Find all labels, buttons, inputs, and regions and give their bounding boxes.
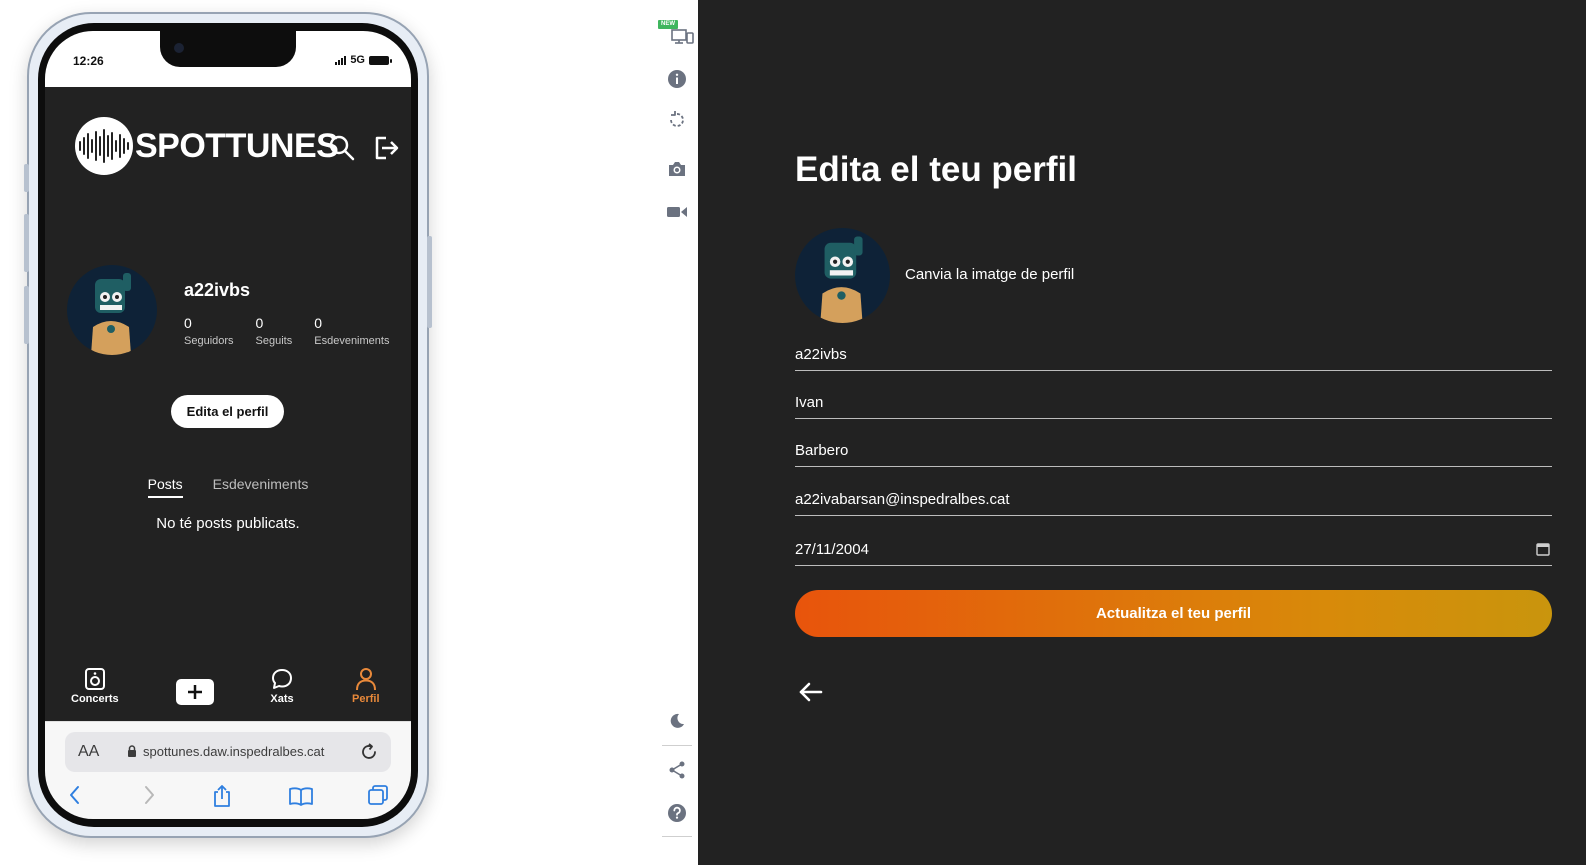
phone-bezel: 12:26 5G SPOTTUNES a22ivbs 0 Seguidors 0… xyxy=(38,23,418,827)
profile-picture[interactable] xyxy=(795,228,890,323)
nav-profile[interactable]: Perfil xyxy=(352,667,380,705)
phone-volume-down xyxy=(24,286,29,344)
username: a22ivbs xyxy=(184,280,251,300)
reader-aa-button[interactable]: AA xyxy=(78,743,99,761)
toolbar-divider xyxy=(662,745,692,746)
address-bar[interactable]: AA spottunes.daw.inspedralbes.cat xyxy=(65,732,391,772)
update-profile-button[interactable]: Actualitza el teu perfil xyxy=(795,590,1552,637)
plus-icon xyxy=(188,685,202,699)
stat-value: 0 xyxy=(314,315,323,331)
birthdate-field[interactable]: 27/11/2004 xyxy=(795,536,1552,566)
nav-label: Perfil xyxy=(352,693,380,705)
first-name-value: Ivan xyxy=(795,394,824,411)
page-title: Edita el teu perfil xyxy=(795,150,1077,189)
phone-frame: 12:26 5G SPOTTUNES a22ivbs 0 Seguidors 0… xyxy=(24,12,432,838)
stat-label: Esdeveniments xyxy=(314,335,390,347)
url-text: spottunes.daw.inspedralbes.cat xyxy=(143,744,325,759)
calendar-icon[interactable] xyxy=(1536,542,1550,561)
logo-soundwave-icon xyxy=(75,117,133,175)
username-value: a22ivbs xyxy=(795,346,847,363)
add-post-button[interactable] xyxy=(176,679,214,705)
profile-stats: 0 Seguidors 0 Seguits 0 Esdeveniments xyxy=(184,315,411,347)
nav-chats[interactable]: Xats xyxy=(270,667,294,705)
spottunes-logo[interactable]: SPOTTUNES xyxy=(75,117,339,175)
screen: 12:26 5G SPOTTUNES a22ivbs 0 Seguidors 0… xyxy=(0,0,1586,865)
devtools-toolbar: NEW xyxy=(654,0,698,865)
share-icon[interactable] xyxy=(666,759,688,781)
new-badge: NEW xyxy=(658,20,678,29)
empty-posts-message: No té posts publicats. xyxy=(156,515,300,532)
lock-icon xyxy=(127,745,137,763)
bookmarks-icon[interactable] xyxy=(288,784,314,813)
app-header: SPOTTUNES xyxy=(45,87,411,207)
stat-events[interactable]: 0 Esdeveniments xyxy=(314,315,389,347)
speaker-icon xyxy=(84,668,105,690)
first-name-field[interactable]: Ivan xyxy=(795,389,1552,419)
camera-icon[interactable] xyxy=(666,158,688,180)
info-icon[interactable] xyxy=(666,68,688,90)
nav-concerts[interactable]: Concerts xyxy=(71,667,119,705)
stat-label: Seguidors xyxy=(184,335,234,347)
phone-volume-up xyxy=(24,214,29,272)
edit-profile-button[interactable]: Edita el perfil xyxy=(171,395,284,428)
tabs-icon[interactable] xyxy=(367,784,389,811)
logo-text: SPOTTUNES xyxy=(135,126,339,165)
phone-power-button xyxy=(427,236,432,328)
back-arrow-icon[interactable] xyxy=(798,680,824,709)
phone-screen: 12:26 5G SPOTTUNES a22ivbs 0 Seguidors 0… xyxy=(45,31,411,819)
toolbar-divider xyxy=(662,836,692,837)
signal-icon xyxy=(335,55,347,65)
nav-label: Concerts xyxy=(71,693,119,705)
browser-toolbar xyxy=(45,782,411,812)
user-icon xyxy=(355,668,376,691)
profile-tabs: Posts Esdeveniments xyxy=(45,476,411,498)
stat-value: 0 xyxy=(255,315,264,331)
stat-followers[interactable]: 0 Seguidors xyxy=(184,315,234,347)
status-time: 12:26 xyxy=(73,54,104,68)
email-field[interactable]: a22ivabarsan@inspedralbes.cat xyxy=(795,486,1552,516)
reload-icon[interactable] xyxy=(359,742,379,767)
rotate-icon[interactable] xyxy=(666,109,688,131)
video-icon[interactable] xyxy=(666,201,688,223)
stat-following[interactable]: 0 Seguits xyxy=(256,315,293,347)
battery-icon xyxy=(369,55,392,65)
network-label: 5G xyxy=(350,54,365,66)
last-name-field[interactable]: Barbero xyxy=(795,437,1552,467)
search-icon[interactable] xyxy=(328,134,356,167)
change-picture-link[interactable]: Canvia la imatge de perfil xyxy=(905,266,1074,283)
stat-value: 0 xyxy=(184,315,192,331)
avatar xyxy=(67,265,157,355)
last-name-value: Barbero xyxy=(795,442,849,459)
tab-events[interactable]: Esdeveniments xyxy=(213,476,309,498)
edit-profile-panel: Edita el teu perfil Canvia la imatge de … xyxy=(698,0,1586,865)
logout-icon[interactable] xyxy=(372,134,400,167)
notch xyxy=(160,31,296,67)
chat-bubble-icon xyxy=(272,669,292,689)
share-icon[interactable] xyxy=(211,784,233,813)
email-value: a22ivabarsan@inspedralbes.cat xyxy=(795,491,1010,508)
stat-label: Seguits xyxy=(255,335,293,347)
forward-icon[interactable] xyxy=(141,784,157,811)
bottom-nav: Concerts Xats Perfil xyxy=(45,663,411,721)
birthdate-value: 27/11/2004 xyxy=(795,541,869,558)
tab-posts[interactable]: Posts xyxy=(147,476,183,498)
browser-chrome: AA spottunes.daw.inspedralbes.cat xyxy=(45,721,411,819)
username-field[interactable]: a22ivbs xyxy=(795,341,1552,371)
nav-label: Xats xyxy=(270,693,294,705)
phone-mute-switch xyxy=(24,164,29,192)
back-icon[interactable] xyxy=(67,784,83,811)
status-bar: 12:26 5G xyxy=(45,31,411,87)
front-camera xyxy=(174,43,184,53)
status-indicators: 5G xyxy=(335,54,392,66)
moon-icon[interactable] xyxy=(666,710,688,732)
help-icon[interactable] xyxy=(666,802,688,824)
